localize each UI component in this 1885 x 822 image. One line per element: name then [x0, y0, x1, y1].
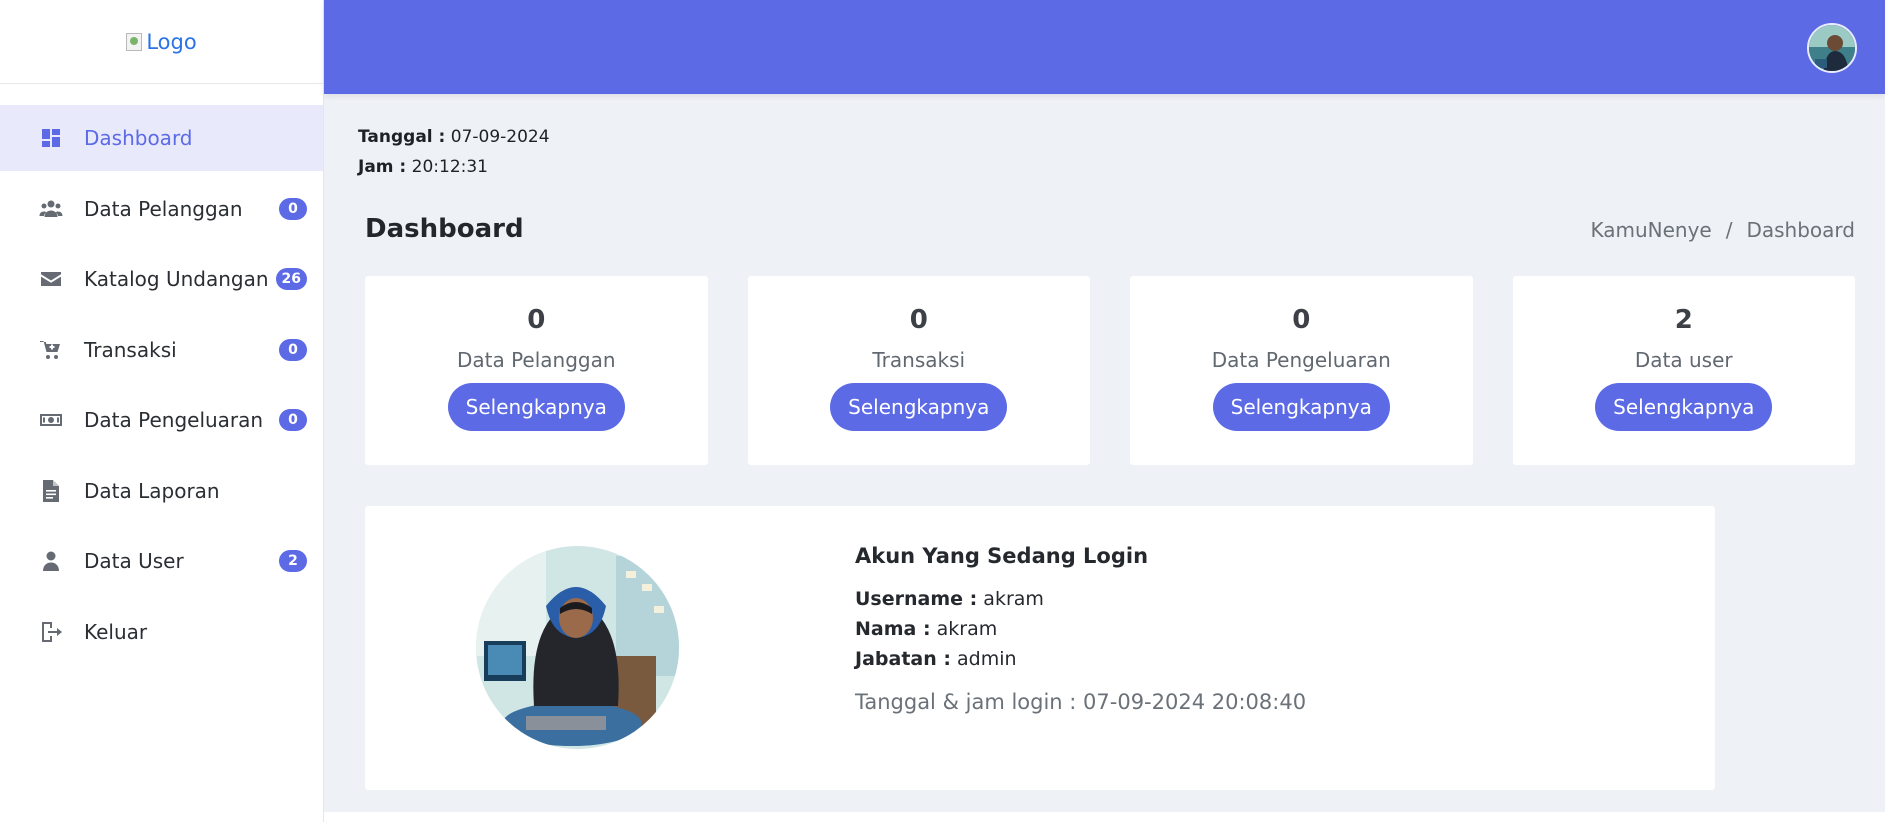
nama-row: Nama : akram	[855, 614, 1306, 644]
time-value: 20:12:31	[411, 157, 488, 177]
date-label: Tanggal :	[358, 127, 446, 147]
stat-cards: 0 Data Pelanggan Selengkapnya 0 Transaks…	[365, 276, 1855, 465]
stat-value: 0	[909, 305, 928, 335]
count-badge: 2	[279, 550, 307, 572]
sidebar-item-label: Data Pengeluaran	[84, 408, 264, 432]
sidebar-item-data-pengeluaran[interactable]: Data Pengeluaran 0	[0, 387, 323, 453]
sidebar-item-label: Data Pelanggan	[84, 196, 243, 221]
breadcrumb-current: Dashboard	[1746, 218, 1855, 242]
count-badge: 26	[275, 268, 307, 290]
logo-alt-text: Logo	[146, 29, 197, 54]
sidebar-item-data-laporan[interactable]: Data Laporan	[0, 458, 323, 524]
sidebar: Logo Dashboard Data Pelanggan 0 Katalog …	[0, 0, 324, 822]
account-heading: Akun Yang Sedang Login	[855, 544, 1149, 568]
profile-photo	[476, 546, 679, 749]
sidebar-item-label: Dashboard	[84, 126, 193, 150]
cart-icon	[38, 337, 64, 363]
stat-label: Data user	[1634, 348, 1733, 372]
datetime-panel: Tanggal : 07-09-2024 Jam : 20:12:31	[358, 122, 550, 182]
count-badge: 0	[279, 338, 307, 361]
sidebar-item-label: Data User	[84, 549, 184, 573]
user-icon	[38, 548, 64, 574]
sidebar-item-label: Transaksi	[84, 337, 177, 362]
jabatan-label: Jabatan :	[855, 648, 951, 670]
stat-value: 0	[1292, 305, 1311, 335]
nama-label: Nama :	[855, 618, 931, 640]
selengkapnya-button[interactable]: Selengkapnya	[830, 383, 1008, 431]
sidebar-item-label: Katalog Undangan	[84, 267, 269, 291]
breadcrumb-separator: /	[1725, 218, 1733, 242]
date-row: Tanggal : 07-09-2024	[358, 122, 550, 152]
logout-icon	[38, 619, 64, 645]
sidebar-item-keluar[interactable]: Keluar	[0, 599, 323, 665]
stat-label: Data Pengeluaran	[1211, 348, 1391, 372]
time-row: Jam : 20:12:31	[358, 152, 550, 182]
sidebar-menu: Dashboard Data Pelanggan 0 Katalog Undan…	[0, 105, 323, 665]
selengkapnya-button[interactable]: Selengkapnya	[1212, 383, 1390, 431]
logo[interactable]: Logo	[0, 0, 323, 84]
time-label: Jam :	[358, 157, 407, 177]
breadcrumb-home-link[interactable]: KamuNenye	[1590, 218, 1711, 242]
nama-value: akram	[936, 618, 998, 640]
dashboard-icon	[38, 125, 64, 151]
footer	[324, 812, 1885, 822]
count-badge: 0	[279, 409, 307, 431]
jabatan-row: Jabatan : admin	[855, 644, 1306, 674]
date-value: 07-09-2024	[450, 127, 550, 147]
sidebar-item-label: Keluar	[84, 619, 148, 644]
stat-card-data-pengeluaran: 0 Data Pengeluaran Selengkapnya	[1130, 276, 1473, 465]
stat-label: Data Pelanggan	[456, 348, 616, 372]
count-badge: 0	[279, 197, 307, 220]
stat-value: 2	[1674, 305, 1693, 335]
top-navbar	[324, 0, 1885, 94]
stat-card-transaksi: 0 Transaksi Selengkapnya	[747, 276, 1090, 465]
jabatan-value: admin	[957, 648, 1017, 670]
selengkapnya-button[interactable]: Selengkapnya	[447, 383, 625, 431]
account-details: Akun Yang Sedang Login Username : akram …	[855, 544, 1306, 714]
stat-label: Transaksi	[872, 348, 966, 372]
logged-in-account-card: Akun Yang Sedang Login Username : akram …	[365, 506, 1715, 790]
sidebar-item-data-pelanggan[interactable]: Data Pelanggan 0	[0, 176, 323, 242]
username-value: akram	[983, 588, 1044, 610]
selengkapnya-button[interactable]: Selengkapnya	[1595, 383, 1773, 431]
user-avatar[interactable]	[1807, 23, 1857, 73]
username-label: Username :	[855, 588, 978, 610]
page-title: Dashboard	[365, 214, 524, 244]
stat-card-data-user: 2 Data user Selengkapnya	[1512, 276, 1855, 465]
envelope-icon	[38, 266, 64, 292]
sidebar-item-transaksi[interactable]: Transaksi 0	[0, 317, 323, 383]
sidebar-item-data-user[interactable]: Data User 2	[0, 528, 323, 594]
users-icon	[38, 196, 64, 222]
sidebar-item-label: Data Laporan	[84, 478, 220, 503]
file-icon	[38, 478, 64, 504]
breadcrumb: KamuNenye / Dashboard	[1590, 218, 1855, 242]
sidebar-item-dashboard[interactable]: Dashboard	[0, 105, 323, 171]
login-timestamp: Tanggal & jam login : 07-09-2024 20:08:4…	[855, 690, 1307, 714]
username-row: Username : akram	[855, 584, 1306, 614]
broken-image-icon	[126, 32, 143, 51]
stat-card-data-pelanggan: 0 Data Pelanggan Selengkapnya	[365, 276, 708, 465]
stat-value: 0	[527, 305, 546, 335]
money-icon	[38, 407, 64, 433]
sidebar-item-katalog-undangan[interactable]: Katalog Undangan 26	[0, 246, 323, 312]
